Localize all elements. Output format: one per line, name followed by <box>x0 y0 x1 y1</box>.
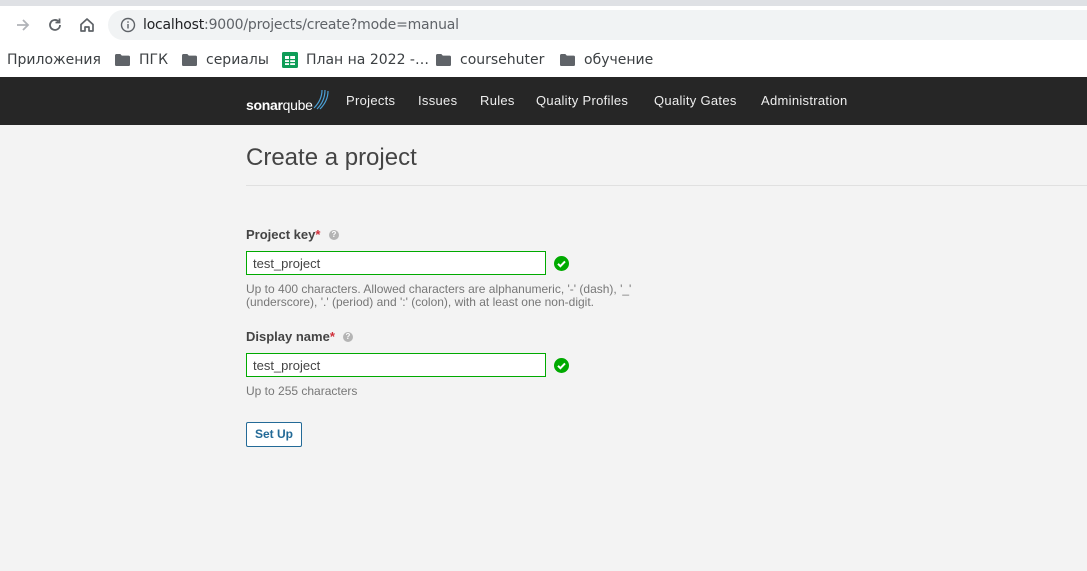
project-key-input[interactable] <box>246 251 546 275</box>
valid-check-icon <box>554 358 569 373</box>
project-key-help-line: (underscore), '.' (period) and ':' (colo… <box>246 295 594 309</box>
folder-icon <box>436 54 451 66</box>
bookmark-label: План на 2022 -… <box>306 52 429 68</box>
forward-button[interactable] <box>12 14 34 36</box>
bookmark-label: Приложения <box>7 52 101 68</box>
home-icon <box>80 18 94 32</box>
bookmark-label: сериалы <box>206 52 269 68</box>
bookmark-obuchenie[interactable]: обучение <box>560 50 653 70</box>
bookmark-pgk[interactable]: ПГК <box>115 50 168 70</box>
nav-administration[interactable]: Administration <box>761 93 848 108</box>
bookmark-coursehuter[interactable]: coursehuter <box>436 50 544 70</box>
project-key-label: Project key* <box>246 227 320 242</box>
required-mark: * <box>315 227 321 242</box>
google-sheets-icon <box>282 52 298 68</box>
bookmark-label: coursehuter <box>460 52 545 68</box>
folder-icon <box>560 54 575 66</box>
url-text: localhost:9000/projects/create?mode=manu… <box>143 16 459 34</box>
display-name-input[interactable] <box>246 353 546 377</box>
nav-projects[interactable]: Projects <box>346 93 395 108</box>
folder-icon <box>182 54 197 66</box>
required-mark: * <box>329 329 335 344</box>
logo-bold-part: sonar <box>246 97 283 113</box>
reload-icon <box>49 18 61 31</box>
page-content: Create a project Project key* ? Up to 40… <box>0 125 1087 571</box>
browser-toolbar: localhost:9000/projects/create?mode=manu… <box>0 6 1087 44</box>
title-divider <box>246 185 1087 186</box>
display-name-help: Up to 255 characters <box>246 384 358 398</box>
help-icon[interactable]: ? <box>343 332 353 342</box>
display-name-label: Display name* <box>246 329 335 344</box>
bookmark-plan-2022[interactable]: План на 2022 -… <box>282 50 429 70</box>
folder-icon <box>115 54 130 66</box>
bookmark-apps[interactable]: Приложения <box>7 50 101 70</box>
page-title: Create a project <box>246 144 417 171</box>
sonar-waves-icon <box>313 89 329 110</box>
nav-quality-gates[interactable]: Quality Gates <box>654 93 737 108</box>
nav-issues[interactable]: Issues <box>418 93 457 108</box>
bookmarks-bar: Приложения ПГК сериалы План на 2022 -… c… <box>0 44 1087 76</box>
display-name-label-text: Display name <box>246 329 330 344</box>
arrow-right-icon <box>17 19 30 31</box>
logo-wordmark: sonarqube <box>246 97 313 113</box>
project-key-help: Up to 400 characters. Allowed characters… <box>246 283 646 309</box>
bookmark-serialy[interactable]: сериалы <box>182 50 269 70</box>
logo-light-part: qube <box>282 97 313 113</box>
bookmark-label: обучение <box>584 52 654 68</box>
reload-button[interactable] <box>44 14 66 36</box>
sonarqube-logo[interactable]: sonarqube <box>246 89 329 113</box>
project-key-label-text: Project key <box>246 227 316 242</box>
set-up-button[interactable]: Set Up <box>246 422 303 447</box>
url-path: :9000/projects/create?mode=manual <box>204 17 459 33</box>
url-host: localhost <box>143 17 205 33</box>
address-bar[interactable]: localhost:9000/projects/create?mode=manu… <box>108 10 1087 40</box>
home-button[interactable] <box>76 14 98 36</box>
valid-check-icon <box>554 256 569 271</box>
nav-quality-profiles[interactable]: Quality Profiles <box>536 93 628 108</box>
nav-rules[interactable]: Rules <box>480 93 515 108</box>
sonarqube-navbar: sonarqube Projects Issues Rules Quality … <box>0 77 1087 125</box>
site-info-icon[interactable] <box>120 17 136 33</box>
help-icon[interactable]: ? <box>329 230 339 240</box>
bookmark-label: ПГК <box>139 52 169 68</box>
